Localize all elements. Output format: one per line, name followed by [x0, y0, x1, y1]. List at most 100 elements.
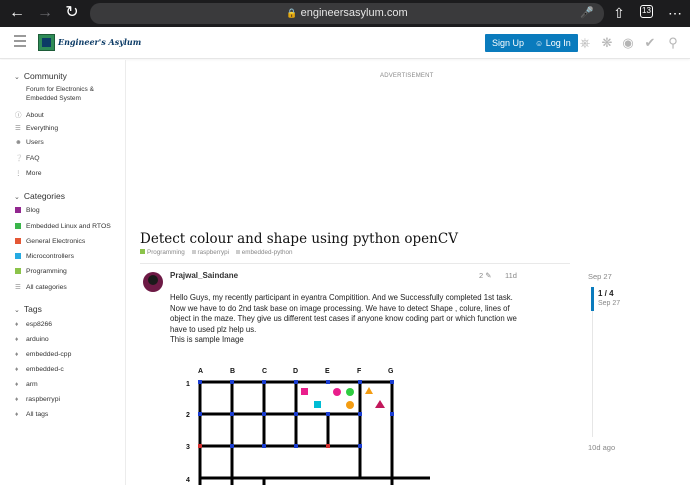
sidebar-item-tag-arduino[interactable]: ♦ arduino — [15, 336, 49, 343]
post-line: Now we have to do 2nd task base on image… — [170, 303, 510, 313]
post-line: This is sample Image — [170, 335, 244, 345]
maze-col-label: G — [388, 368, 394, 375]
maze-col-label: D — [293, 368, 298, 375]
microphone-icon[interactable]: 🎤 — [580, 3, 594, 24]
maze-col-label: F — [357, 368, 362, 375]
sidebar-item-all-tags[interactable]: ♦ All tags — [15, 411, 48, 418]
timeline-end-label[interactable]: 10d ago — [588, 443, 615, 452]
sidebar-item-tag-raspberrypi[interactable]: ♦ raspberrypi — [15, 396, 60, 403]
sidebar-item-blog[interactable]: Blog — [15, 207, 40, 214]
tag-icon: ♦ — [15, 351, 19, 358]
sidebar: ⌄ Community Forum for Electronics & Embed… — [0, 60, 126, 485]
post-line: have to used plz help us. — [170, 324, 257, 334]
url-text: engineersasylum.com — [300, 7, 408, 19]
maze-walls — [198, 380, 430, 485]
maze-shapes — [301, 387, 385, 409]
sidebar-item-general-electronics[interactable]: General Electronics — [15, 238, 85, 245]
check-icon[interactable]: ✔ — [642, 35, 658, 51]
category-color-square — [15, 268, 21, 274]
post-body: Hello Guys, my recently participant in e… — [170, 293, 530, 346]
sidebar-item-users[interactable]: ☻ Users — [15, 139, 44, 146]
advertisement-label: ADVERTISEMENT — [380, 73, 434, 79]
share-icon[interactable]: ⇧ — [610, 4, 628, 22]
user-icon: ☺ — [535, 39, 544, 48]
sidebar-item-programming[interactable]: Programming — [15, 268, 67, 275]
sidebar-item-embedded-linux[interactable]: Embedded Linux and RTOS — [15, 223, 111, 230]
tags-icon: ♦ — [15, 411, 19, 418]
reload-icon[interactable]: ↻ — [63, 4, 81, 22]
category-color-square — [140, 249, 145, 254]
tags-heading[interactable]: ⌄ Tags — [14, 304, 42, 314]
categories-heading[interactable]: ⌄ Categories — [14, 191, 65, 201]
site-logo[interactable]: Engineer's Asylum — [38, 32, 141, 54]
post-date[interactable]: 11d — [505, 271, 517, 280]
sidebar-item-tag-embedded-c[interactable]: ♦ embedded-c — [15, 366, 64, 373]
award-icon[interactable]: ◉ — [620, 35, 636, 51]
maze-col-label: E — [325, 368, 330, 375]
post-line: Hello Guys, my recently participant in e… — [170, 293, 513, 302]
tag-icon: ♦ — [15, 366, 19, 373]
maple-leaf-icon[interactable]: ❋ — [599, 35, 615, 51]
tag-icon — [191, 250, 196, 254]
topic-title[interactable]: Detect colour and shape using python ope… — [140, 231, 458, 247]
pencil-icon: ✎ — [485, 271, 492, 280]
topic-category-tags: Programming raspberrypi embedded-python — [140, 249, 293, 256]
log-in-button[interactable]: ☺ Log In — [528, 34, 578, 52]
maze-col-label: C — [262, 368, 267, 375]
tag-icon — [235, 250, 240, 254]
info-icon: ⓘ — [15, 112, 22, 119]
tag-icon: ♦ — [15, 381, 19, 388]
site-header: Engineer's Asylum Sign Up ☺ Log In ⎈ ❋ ◉… — [0, 27, 690, 59]
layers-icon: ☰ — [15, 125, 21, 132]
maze-col-label: A — [198, 368, 203, 375]
tag-icon: ♦ — [15, 321, 19, 328]
sign-up-button[interactable]: Sign Up — [485, 34, 532, 52]
timeline-position: 1 / 4 — [598, 289, 614, 298]
avatar[interactable] — [143, 272, 163, 292]
question-icon: ❔ — [15, 155, 24, 162]
tag-link[interactable]: embedded-python — [242, 249, 293, 256]
maze-row-label: 2 — [186, 412, 190, 419]
chip-icon — [38, 34, 55, 51]
post-username[interactable]: Prajwal_Saindane — [170, 271, 238, 280]
sidebar-item-everything[interactable]: ☰ Everything — [15, 124, 58, 132]
sidebar-item-tag-esp8266[interactable]: ♦ esp8266 — [15, 321, 52, 328]
edit-count: 2 — [479, 271, 484, 280]
sidebar-item-tag-arm[interactable]: ♦ arm — [15, 381, 38, 388]
timeline-start-date[interactable]: Sep 27 — [588, 272, 612, 281]
browser-toolbar: ← → ↻ 🔒 engineersasylum.com 🎤 ⇧ 13 ⋯ — [0, 0, 690, 27]
users-icon: ☻ — [15, 139, 22, 146]
hamburger-menu-icon[interactable] — [14, 35, 26, 47]
link-icon[interactable]: ⎈ — [577, 35, 593, 51]
forward-icon[interactable]: → — [36, 4, 54, 22]
log-in-label: Log In — [545, 38, 571, 48]
community-heading[interactable]: ⌄ Community — [14, 71, 67, 81]
logo-text: Engineer's Asylum — [58, 37, 142, 47]
tag-link[interactable]: raspberrypi — [198, 249, 230, 256]
community-description[interactable]: Forum for Electronics & Embedded System — [26, 85, 118, 103]
address-bar[interactable]: 🔒 engineersasylum.com 🎤 — [90, 3, 604, 24]
maze-row-label: 3 — [186, 444, 190, 451]
edit-history-button[interactable]: 2 ✎ — [479, 271, 492, 280]
sidebar-item-microcontrollers[interactable]: Microcontrollers — [15, 253, 74, 260]
maze-image[interactable]: A B C D E F G 1 2 3 4 — [180, 362, 440, 485]
sidebar-item-about[interactable]: ⓘ About — [15, 109, 44, 119]
timeline-position-date: Sep 27 — [598, 300, 621, 307]
tab-count-icon[interactable]: 13 — [640, 5, 653, 18]
back-icon[interactable]: ← — [8, 4, 26, 22]
chevron-down-icon: ⌄ — [14, 307, 20, 314]
maze-col-label: B — [230, 368, 235, 375]
category-color-square — [15, 238, 21, 244]
sidebar-item-more[interactable]: ⋮ More — [15, 169, 42, 177]
category-color-square — [15, 253, 21, 259]
sidebar-item-all-categories[interactable]: ☰ All categories — [15, 283, 67, 291]
search-icon[interactable]: ⚲ — [665, 35, 681, 51]
more-icon[interactable]: ⋯ — [666, 4, 684, 22]
sidebar-item-faq[interactable]: ❔ FAQ — [15, 154, 40, 162]
tag-icon: ♦ — [15, 336, 19, 343]
divider — [140, 263, 570, 264]
category-link[interactable]: Programming — [147, 249, 185, 256]
timeline-handle[interactable] — [591, 287, 594, 311]
sidebar-item-tag-embedded-cpp[interactable]: ♦ embedded-cpp — [15, 351, 71, 358]
maze-row-label: 1 — [186, 381, 190, 388]
